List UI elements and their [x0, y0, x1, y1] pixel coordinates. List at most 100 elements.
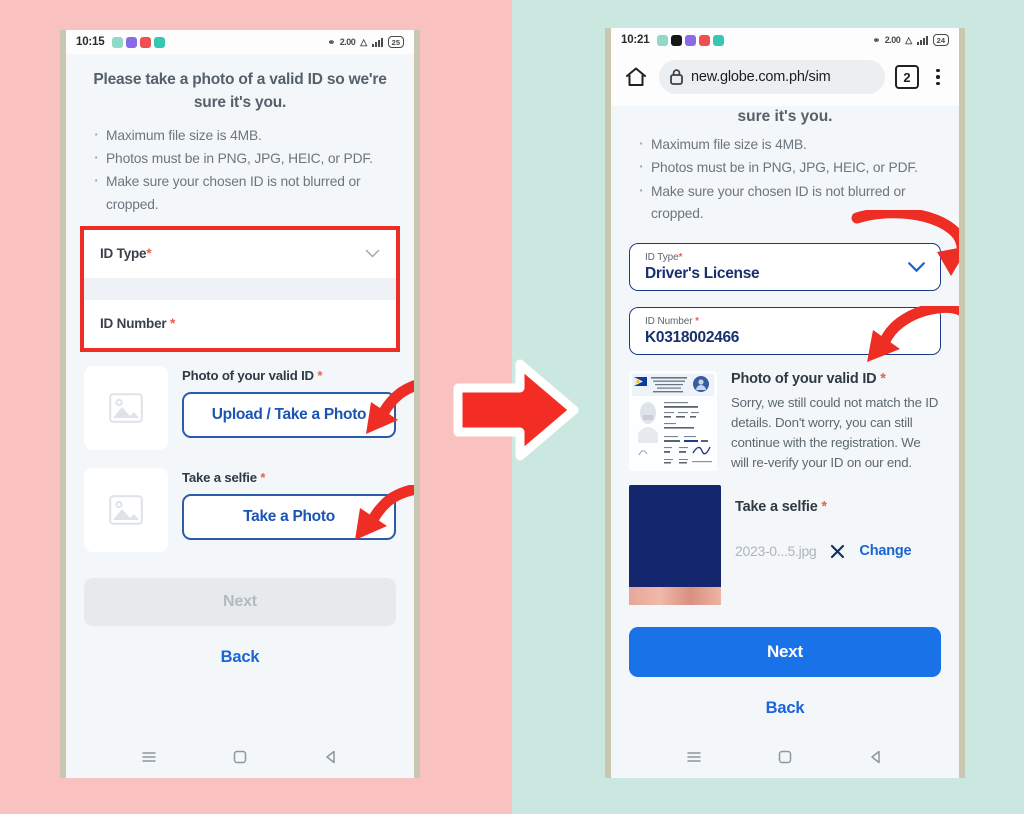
id-type-value: Driver's License — [645, 264, 760, 282]
list-item: Photos must be in PNG, JPG, HEIC, or PDF… — [90, 146, 394, 171]
recents-icon[interactable] — [140, 748, 158, 766]
signal-icon — [916, 35, 928, 45]
back-icon[interactable] — [322, 748, 340, 766]
more-options-icon[interactable] — [929, 68, 947, 86]
home-icon[interactable] — [776, 748, 794, 766]
url-text: new.globe.com.ph/sim — [691, 69, 831, 85]
status-app-icons — [657, 34, 725, 46]
selfie-label: Take a selfie * — [735, 499, 827, 516]
left-android-nav-bar — [66, 736, 414, 778]
id-photo-label: Photo of your valid ID * — [731, 371, 886, 388]
status-right-icons: ⚭ 2.00 △ 25 — [328, 36, 404, 48]
requirements-list: Maximum file size is 4MB. Photos must be… — [84, 122, 396, 216]
close-icon[interactable] — [830, 544, 845, 559]
app-badge-icon — [154, 36, 166, 48]
image-placeholder-icon — [109, 495, 143, 525]
field-divider — [84, 277, 396, 300]
requirements-list: Maximum file size is 4MB. Photos must be… — [629, 132, 941, 226]
list-item: Make sure your chosen ID is not blurred … — [90, 169, 394, 216]
messenger-icon — [671, 34, 683, 46]
right-phone-frame: 10:21 ⚭ 2.00 △ 24 new.globe.com.ph/sim 2… — [605, 28, 965, 778]
status-right-icons: ⚭ 2.00 △ 24 — [873, 34, 949, 46]
selfie-result-row: Take a selfie * 2023-0...5.jpg Change — [629, 485, 941, 606]
status-app-icons — [112, 36, 166, 48]
battery-icon: 24 — [932, 34, 949, 46]
selfie-file-name: 2023-0...5.jpg — [735, 543, 817, 560]
app-badge-icon — [657, 34, 669, 46]
id-number-value: K0318002466 — [645, 328, 740, 346]
upload-id-body: Photo of your valid ID * Upload / Take a… — [182, 366, 396, 438]
tab-counter-button[interactable]: 2 — [895, 65, 919, 89]
id-number-label: ID Number * — [100, 316, 176, 332]
app-badge-icon — [713, 34, 725, 46]
selfie-photo-placeholder — [84, 467, 168, 552]
philippine-drivers-license-image — [629, 371, 717, 472]
selfie-result-body: Take a selfie * 2023-0...5.jpg Change — [735, 485, 941, 559]
app-badge-icon — [699, 34, 711, 46]
next-button[interactable]: Next — [84, 577, 396, 626]
browser-toolbar: new.globe.com.ph/sim 2 — [611, 52, 959, 106]
id-type-dropdown[interactable]: ID Type* — [84, 229, 396, 278]
id-type-dropdown[interactable]: ID Type* Driver's License — [629, 243, 941, 292]
back-button[interactable]: Back — [84, 648, 396, 667]
id-photo-result-body: Photo of your valid ID * Sorry, we still… — [731, 371, 941, 473]
home-icon[interactable] — [231, 748, 249, 766]
right-status-bar: 10:21 ⚭ 2.00 △ 24 — [611, 28, 959, 52]
lock-icon — [670, 69, 683, 85]
status-time: 10:21 — [621, 34, 650, 46]
chevron-down-icon — [365, 250, 380, 258]
selfie-row: Take a selfie * Take a Photo — [84, 467, 396, 552]
wifi-icon: △ — [905, 34, 912, 45]
nfc-icon: ⚭ — [872, 34, 881, 45]
url-bar[interactable]: new.globe.com.ph/sim — [659, 60, 885, 94]
page-headline: Please take a photo of a valid ID so we'… — [93, 71, 387, 112]
id-card-thumbnail[interactable] — [629, 371, 717, 472]
chevron-down-icon — [908, 262, 925, 273]
list-item: Maximum file size is 4MB. — [635, 132, 939, 157]
network-speed-indicator: 2.00 — [339, 37, 356, 47]
wifi-icon: △ — [360, 36, 367, 47]
recents-icon[interactable] — [685, 748, 703, 766]
upload-id-label: Photo of your valid ID * — [182, 367, 323, 383]
right-android-nav-bar — [611, 736, 959, 778]
home-icon[interactable] — [623, 64, 649, 90]
selfie-image-strip — [629, 587, 721, 606]
list-item: Photos must be in PNG, JPG, HEIC, or PDF… — [635, 155, 939, 180]
next-button[interactable]: Next — [629, 627, 941, 678]
list-item: Maximum file size is 4MB. — [90, 122, 394, 147]
app-badge-icon — [685, 34, 697, 46]
selfie-label: Take a selfie * — [182, 469, 266, 485]
app-badge-icon — [112, 36, 124, 48]
page-headline-partial: sure it's you. — [737, 108, 833, 125]
selfie-file-row: 2023-0...5.jpg Change — [735, 543, 941, 559]
left-status-bar: 10:15 ⚭ 2.00 △ 25 — [66, 30, 414, 54]
right-page-content: sure it's you. Maximum file size is 4MB.… — [611, 106, 959, 718]
selfie-body: Take a selfie * Take a Photo — [182, 468, 396, 540]
back-icon[interactable] — [867, 748, 885, 766]
right-phone-screen: 10:21 ⚭ 2.00 △ 24 new.globe.com.ph/sim 2… — [611, 28, 959, 778]
take-a-photo-button[interactable]: Take a Photo — [182, 493, 396, 540]
selfie-thumbnail[interactable] — [629, 485, 721, 606]
id-type-label: ID Type* — [100, 246, 152, 262]
battery-icon: 25 — [387, 36, 404, 48]
app-badge-icon — [140, 36, 152, 48]
id-number-input[interactable]: ID Number * — [84, 299, 396, 348]
id-verification-error-message: Sorry, we still could not match the ID d… — [731, 395, 939, 471]
id-photo-placeholder — [84, 365, 168, 450]
id-fields-group: ID Type* ID Number * — [80, 225, 400, 352]
left-phone-frame: 10:15 ⚭ 2.00 △ 25 Please take a photo of… — [60, 30, 420, 778]
network-speed-indicator: 2.00 — [884, 35, 901, 45]
id-number-input[interactable]: ID Number * K0318002466 — [629, 307, 941, 356]
id-fields-group-filled: ID Type* Driver's License ID Number * K0… — [629, 243, 941, 356]
image-placeholder-icon — [109, 393, 143, 423]
back-button[interactable]: Back — [629, 699, 941, 718]
screenshot-stage: 10:15 ⚭ 2.00 △ 25 Please take a photo of… — [0, 0, 1024, 814]
nfc-icon: ⚭ — [327, 36, 336, 47]
list-item: Make sure your chosen ID is not blurred … — [635, 179, 939, 226]
change-selfie-link[interactable]: Change — [859, 543, 911, 559]
upload-take-photo-button[interactable]: Upload / Take a Photo — [182, 391, 396, 438]
id-number-label: ID Number * — [645, 315, 699, 327]
id-type-label: ID Type* — [645, 251, 683, 263]
app-badge-icon — [126, 36, 138, 48]
signal-icon — [371, 37, 383, 47]
